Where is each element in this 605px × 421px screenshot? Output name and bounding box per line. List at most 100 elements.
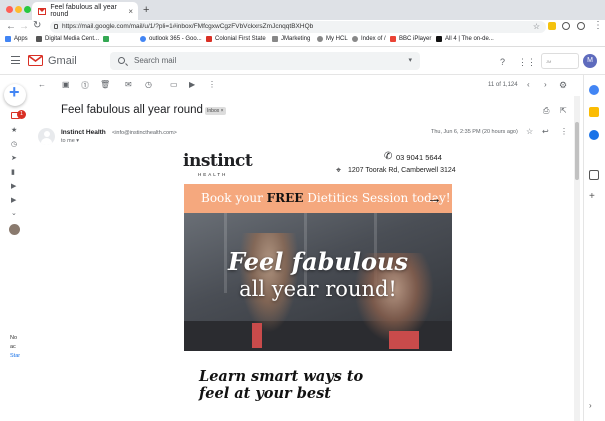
starred-icon[interactable]: ★ — [11, 126, 19, 134]
print-icon[interactable]: ⎙ — [543, 106, 549, 116]
location-pin-icon: ⌖ — [336, 165, 342, 175]
report-spam-icon[interactable]: ⓵ — [81, 80, 89, 91]
avatar[interactable]: M — [583, 54, 597, 68]
snoozed-icon[interactable]: ◷ — [11, 140, 19, 148]
bookmark-item[interactable] — [103, 36, 112, 42]
hangouts-status-text: No ac Star — [10, 334, 20, 361]
browser-tab-bar: Feel fabulous all year round × + — [0, 0, 605, 20]
rail-link[interactable]: Star — [10, 352, 20, 361]
add-addon-icon[interactable]: + — [589, 192, 599, 202]
inbox-label-chip[interactable]: Inbox × — [205, 107, 226, 115]
main-menu-icon[interactable] — [11, 56, 20, 64]
bookmark-item[interactable]: Colonial First State — [206, 36, 266, 42]
newsletter-phone[interactable]: 03 9041 5644 — [396, 153, 442, 162]
more-options-icon[interactable]: ⋮ — [208, 80, 216, 89]
more-actions-icon[interactable]: ⋮ — [560, 127, 568, 136]
bookmark-item[interactable]: BBC iPlayer — [390, 36, 431, 42]
search-placeholder: Search mail — [134, 56, 177, 65]
hero-headline: Feel fabulous — [228, 247, 408, 276]
calendar-icon[interactable] — [589, 85, 599, 95]
window-minimize-button[interactable] — [15, 6, 22, 13]
label-icon[interactable]: ▶ — [11, 196, 19, 204]
inbox-count-badge: 1 — [17, 110, 26, 119]
compose-plus-icon: + — [9, 82, 20, 102]
delete-icon[interactable]: 🗑 — [100, 80, 110, 89]
search-options-icon[interactable]: ▾ — [408, 52, 412, 70]
mark-unread-icon[interactable]: ✉ — [125, 80, 132, 89]
new-tab-button[interactable]: + — [143, 4, 149, 16]
snooze-icon[interactable]: ◷ — [145, 80, 152, 89]
drafts-icon[interactable]: ▮ — [11, 168, 19, 176]
sent-icon[interactable]: ➤ — [11, 154, 19, 162]
expand-panel-icon[interactable]: › — [589, 401, 599, 411]
lock-icon — [54, 24, 58, 29]
older-chevron-icon[interactable]: › — [544, 80, 547, 89]
bookmark-item[interactable]: Digital Media Cent... — [36, 36, 99, 42]
gmail-logo-icon[interactable] — [28, 55, 43, 66]
star-icon[interactable]: ☆ — [526, 127, 533, 136]
more-chevron-icon[interactable]: ⌄ — [11, 209, 19, 217]
labels-icon[interactable]: ▶ — [189, 80, 195, 89]
back-to-inbox-icon[interactable]: ← — [38, 80, 46, 89]
red-shorts-shape — [389, 331, 419, 349]
bookmark-star-icon[interactable]: ☆ — [533, 21, 540, 33]
address-bar-row: ← → ↻ https://mail.google.com/mail/u/1/?… — [0, 20, 605, 34]
arrow-right-icon: → — [427, 190, 442, 207]
bookmark-item[interactable]: outlook 365 - Goo... — [140, 36, 202, 42]
tab-title: Feel fabulous all year round — [50, 4, 117, 18]
hangouts-avatar[interactable] — [9, 224, 20, 235]
gmail-wordmark: Gmail — [48, 55, 77, 67]
compose-button[interactable]: + — [4, 82, 26, 106]
phone-icon: ✆ — [384, 151, 393, 162]
bookmark-item[interactable]: My HCL — [317, 36, 348, 42]
forward-arrow-icon[interactable]: → — [19, 21, 29, 32]
keep-icon[interactable] — [589, 107, 599, 117]
rail-text-line: ac — [10, 344, 16, 350]
chrome-menu-icon[interactable]: ⋮ — [593, 20, 603, 31]
back-arrow-icon[interactable]: ← — [6, 21, 16, 32]
bookmark-item[interactable]: All 4 | The on-de... — [436, 36, 494, 42]
open-new-window-icon[interactable]: ⇱ — [560, 106, 567, 115]
hero-subheadline: all year round! — [239, 277, 397, 301]
newsletter-brand-subtitle: HEALTH — [198, 172, 228, 177]
reload-icon[interactable]: ↻ — [33, 20, 41, 31]
gmail-favicon-icon — [38, 7, 47, 15]
move-to-icon[interactable]: ▭ — [170, 80, 178, 89]
tasks-icon[interactable] — [589, 130, 599, 140]
bookmark-item[interactable]: JMarketing — [272, 36, 310, 42]
reply-icon[interactable]: ↩ — [542, 127, 549, 136]
apps-grid-icon[interactable]: ⋮⋮ — [518, 57, 536, 68]
newsletter-brand: instinct — [183, 151, 253, 171]
hero-image[interactable]: Feel fabulous all year round! — [184, 213, 452, 351]
extension-icon[interactable] — [548, 22, 556, 30]
window-close-button[interactable] — [6, 6, 13, 13]
rail-text-line: No — [10, 335, 18, 341]
bookmark-item[interactable]: Index of / — [352, 36, 386, 42]
scrollbar[interactable] — [574, 96, 580, 421]
learn-heading-line: feel at your best — [199, 385, 331, 402]
banner-text-pre: Book your — [201, 191, 267, 205]
book-session-banner[interactable]: Book your FREE Dietitics Session today! … — [184, 184, 452, 213]
extension-icon[interactable] — [562, 22, 570, 30]
search-icon[interactable] — [118, 57, 125, 64]
bookmark-item[interactable]: Apps — [5, 36, 28, 42]
url-text: https://mail.google.com/mail/u/1/?pli=1#… — [62, 23, 314, 30]
red-shorts-shape — [252, 323, 262, 348]
scrollbar-thumb[interactable] — [575, 122, 579, 180]
archive-icon[interactable]: ▣ — [62, 80, 70, 89]
url-bar[interactable]: https://mail.google.com/mail/u/1/?pli=1#… — [50, 21, 546, 33]
search-input[interactable]: Search mail ▾ — [110, 52, 420, 70]
recipient-dropdown[interactable]: to me ▾ — [61, 138, 79, 144]
account-brand-badge[interactable]: JM — [541, 53, 579, 69]
side-panel: + › — [583, 75, 605, 421]
settings-gear-icon[interactable]: ⚙ — [559, 80, 567, 91]
newer-chevron-icon[interactable]: ‹ — [527, 80, 530, 89]
window-maximize-button[interactable] — [24, 6, 31, 13]
profile-icon[interactable] — [577, 22, 585, 30]
help-icon[interactable]: ? — [500, 57, 505, 67]
label-icon[interactable]: ▶ — [11, 182, 19, 190]
tab-close-icon[interactable]: × — [128, 7, 133, 16]
sender-avatar — [38, 128, 55, 145]
addon-icon[interactable] — [589, 170, 599, 180]
browser-tab[interactable]: Feel fabulous all year round × — [32, 2, 138, 20]
